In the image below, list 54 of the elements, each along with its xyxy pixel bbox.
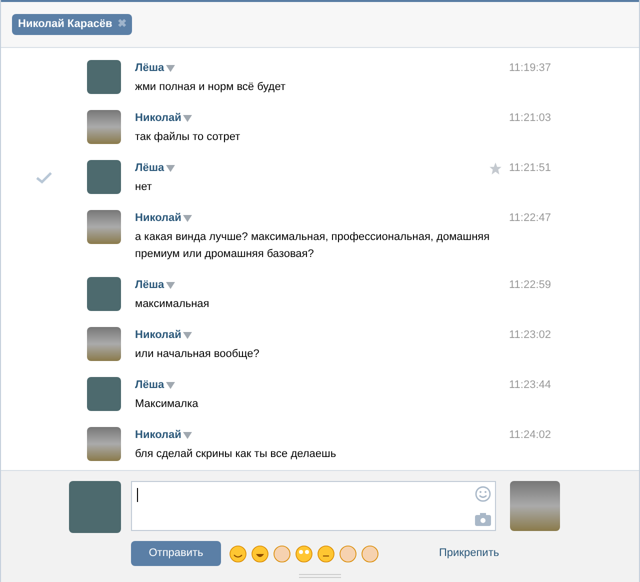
message-text: так файлы то сотрет bbox=[135, 130, 242, 145]
message-input[interactable] bbox=[131, 481, 496, 531]
author-name[interactable]: Николай bbox=[135, 210, 182, 226]
star-icon[interactable] bbox=[488, 162, 502, 174]
dialog-tab[interactable]: Николай Карасёв ✖ bbox=[12, 14, 132, 35]
dropdown-caret-icon[interactable] bbox=[183, 214, 192, 222]
message-time: 11:22:59 bbox=[508, 278, 551, 293]
message-time: 11:23:02 bbox=[508, 328, 551, 343]
attach-link[interactable]: Прикрепить bbox=[439, 545, 500, 562]
message-time: 11:21:51 bbox=[508, 160, 551, 176]
message-text: или начальная вообще? bbox=[135, 347, 260, 362]
author-name[interactable]: Лёша bbox=[135, 60, 164, 76]
message-time: 11:23:44 bbox=[508, 378, 551, 393]
dropdown-caret-icon[interactable] bbox=[166, 164, 176, 172]
message-time: 11:22:47 bbox=[508, 210, 551, 226]
dropdown-caret-icon[interactable] bbox=[183, 114, 192, 122]
message-text: Максималка bbox=[135, 397, 200, 412]
avatar-photo-placeholder bbox=[87, 110, 121, 144]
author-name[interactable]: Лёша bbox=[135, 160, 164, 176]
checkmark-icon[interactable] bbox=[36, 172, 52, 184]
message-time: 11:24:02 bbox=[508, 428, 551, 443]
avatar-photo-placeholder bbox=[87, 327, 121, 361]
avatar-photo-placeholder bbox=[87, 427, 121, 461]
dropdown-caret-icon[interactable] bbox=[166, 64, 176, 72]
author-name[interactable]: Лёша bbox=[135, 376, 164, 394]
emoji-icon[interactable] bbox=[251, 544, 269, 562]
author-name[interactable]: Николай bbox=[135, 326, 182, 344]
avatar-photo-placeholder bbox=[87, 160, 121, 194]
camera-icon[interactable] bbox=[475, 513, 491, 526]
message-time: 11:19:37 bbox=[508, 60, 551, 76]
send-button[interactable]: Отправить bbox=[131, 541, 221, 566]
author-name[interactable]: Николай bbox=[135, 426, 182, 444]
message-text: жми полная и норм всё будет bbox=[135, 80, 287, 95]
emoji-icon[interactable] bbox=[229, 544, 247, 562]
smiley-icon[interactable] bbox=[475, 486, 491, 502]
dropdown-caret-icon[interactable] bbox=[166, 381, 176, 389]
author-name[interactable]: Николай bbox=[135, 110, 182, 126]
avatar-photo-placeholder bbox=[510, 481, 560, 531]
message-time: 11:21:03 bbox=[508, 110, 551, 126]
avatar-photo-placeholder bbox=[87, 377, 121, 411]
dropdown-caret-icon[interactable] bbox=[183, 331, 192, 339]
avatar-photo-placeholder bbox=[87, 60, 121, 94]
tab-label: Николай Карасёв bbox=[18, 17, 112, 32]
avatar-photo-placeholder bbox=[87, 277, 121, 311]
message-text: нет bbox=[135, 180, 153, 195]
message-text: бля сделай скрины как ты все делаешь bbox=[135, 447, 338, 462]
avatar-photo-placeholder bbox=[69, 481, 121, 533]
message-text: максимальная bbox=[135, 297, 210, 312]
emoji-icon[interactable] bbox=[295, 544, 313, 562]
avatar-photo-placeholder bbox=[87, 210, 121, 244]
dropdown-caret-icon[interactable] bbox=[166, 281, 176, 289]
message-text: а какая винда лучше? максимальная, профессиональная, домашняя премиум или дромашняя базовая? bbox=[135, 230, 491, 262]
dropdown-caret-icon[interactable] bbox=[183, 431, 192, 439]
author-name[interactable]: Лёша bbox=[135, 276, 164, 294]
